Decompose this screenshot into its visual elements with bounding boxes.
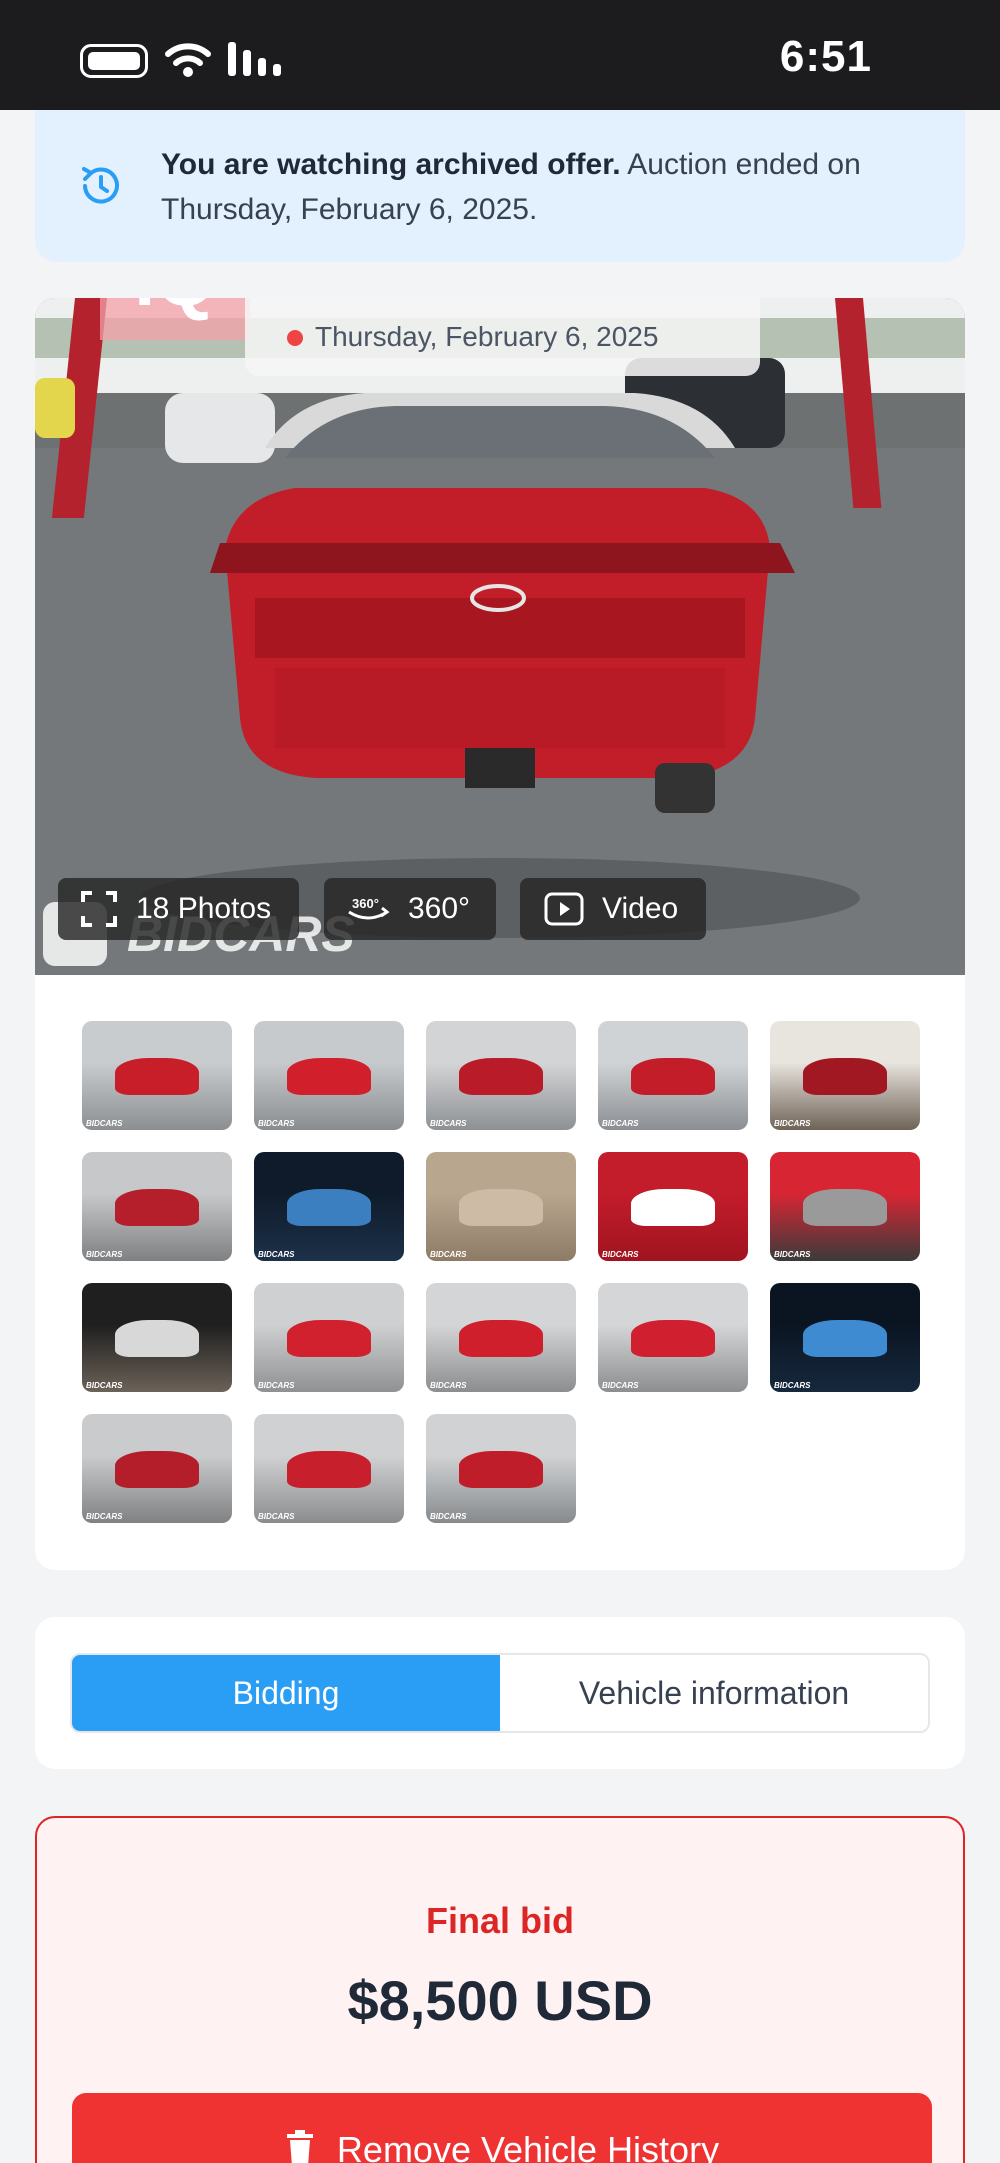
thumbnail-watermark: BIDCARS bbox=[774, 1381, 811, 1390]
thumbnail-subject bbox=[115, 1320, 199, 1358]
photo-thumbnail[interactable]: BIDCARS bbox=[598, 1152, 748, 1261]
thumbnail-watermark: BIDCARS bbox=[258, 1512, 295, 1521]
photo-thumbnail[interactable]: BIDCARS bbox=[426, 1414, 576, 1523]
photo-thumbnail[interactable]: BIDCARS bbox=[254, 1414, 404, 1523]
photo-thumbnail[interactable]: BIDCARS bbox=[254, 1152, 404, 1261]
video-button[interactable]: Video bbox=[520, 878, 706, 940]
thumbnail-subject bbox=[631, 1320, 715, 1358]
thumbnail-watermark: BIDCARS bbox=[258, 1119, 295, 1128]
thumbnail-watermark: BIDCARS bbox=[86, 1250, 123, 1259]
archived-notice: You are watching archived offer. Auction… bbox=[35, 110, 965, 262]
tab-vehicle-information[interactable]: Vehicle information bbox=[500, 1655, 928, 1731]
photo-thumbnail[interactable]: BIDCARS bbox=[426, 1021, 576, 1130]
archived-notice-text: You are watching archived offer. Auction… bbox=[161, 142, 861, 232]
thumbnail-subject bbox=[287, 1320, 371, 1358]
thumbnail-subject bbox=[803, 1058, 887, 1096]
trash-icon bbox=[285, 2129, 315, 2163]
thumbnail-subject bbox=[459, 1189, 543, 1227]
photo-thumbnail[interactable]: BIDCARS bbox=[770, 1283, 920, 1392]
tabs-card: Bidding Vehicle information bbox=[35, 1617, 965, 1769]
thumbnail-watermark: BIDCARS bbox=[430, 1119, 467, 1128]
thumbnail-subject bbox=[803, 1189, 887, 1227]
thumbnail-subject bbox=[459, 1451, 543, 1489]
final-bid-amount: $8,500 USD bbox=[347, 1969, 653, 2032]
photos-button-label: 18 Photos bbox=[136, 892, 272, 925]
view-360-button[interactable]: 360° 360° bbox=[324, 878, 496, 940]
thumbnail-subject bbox=[459, 1320, 543, 1358]
photo-thumbnail[interactable]: BIDCARS bbox=[426, 1283, 576, 1392]
photo-thumbnail[interactable]: BIDCARS bbox=[82, 1021, 232, 1130]
video-button-label: Video bbox=[602, 892, 679, 925]
auction-date: Thursday, February 6, 2025 bbox=[315, 321, 659, 352]
thumbnail-watermark: BIDCARS bbox=[602, 1119, 639, 1128]
thumbnail-subject bbox=[115, 1058, 199, 1096]
photo-thumbnail[interactable]: BIDCARS bbox=[254, 1283, 404, 1392]
tab-bidding[interactable]: Bidding bbox=[72, 1655, 500, 1731]
photo-thumbnail[interactable]: BIDCARS bbox=[82, 1152, 232, 1261]
photo-thumbnail[interactable]: BIDCARS bbox=[770, 1021, 920, 1130]
thumbnail-watermark: BIDCARS bbox=[602, 1250, 639, 1259]
thumbnail-subject bbox=[115, 1451, 199, 1489]
thumbnail-watermark: BIDCARS bbox=[430, 1512, 467, 1521]
wifi-icon bbox=[165, 43, 211, 77]
photo-thumbnail[interactable]: BIDCARS bbox=[254, 1021, 404, 1130]
thumbnail-watermark: BIDCARS bbox=[258, 1250, 295, 1259]
car-photo-image bbox=[35, 298, 965, 975]
photo-thumbnail[interactable]: BIDCARS bbox=[82, 1414, 232, 1523]
media-card: iQ Thursday, February 6, 2025 BIDCARS 18… bbox=[35, 298, 965, 1570]
archived-notice-bold: You are watching archived offer. bbox=[161, 148, 621, 181]
battery-icon bbox=[80, 44, 148, 78]
main-photo[interactable]: iQ Thursday, February 6, 2025 BIDCARS 18… bbox=[35, 298, 965, 975]
thumbnail-subject bbox=[287, 1189, 371, 1227]
rotate-360-icon: 360° bbox=[346, 894, 390, 924]
thumbnail-watermark: BIDCARS bbox=[430, 1381, 467, 1390]
photo-thumbnail[interactable]: BIDCARS bbox=[598, 1021, 748, 1130]
remove-vehicle-history-label: Remove Vehicle History bbox=[336, 2129, 720, 2163]
thumbnail-watermark: BIDCARS bbox=[774, 1250, 811, 1259]
thumbnail-grid: BIDCARS BIDCARS BIDCARS BIDCARS BIDCARS BIDCA… bbox=[82, 1021, 932, 1523]
thumbnail-subject bbox=[287, 1451, 371, 1489]
photo-thumbnail[interactable]: BIDCARS bbox=[598, 1283, 748, 1392]
thumbnail-subject bbox=[803, 1320, 887, 1358]
tab-bar: Bidding Vehicle information bbox=[70, 1653, 930, 1733]
svg-text:360°: 360° bbox=[352, 896, 379, 911]
thumbnail-subject bbox=[459, 1058, 543, 1096]
thumbnail-subject bbox=[115, 1189, 199, 1227]
photo-thumbnail[interactable]: BIDCARS bbox=[426, 1152, 576, 1261]
thumbnail-watermark: BIDCARS bbox=[774, 1119, 811, 1128]
final-bid-label: Final bid bbox=[426, 1900, 574, 1941]
thumbnail-watermark: BIDCARS bbox=[86, 1119, 123, 1128]
final-bid-card: Final bid $8,500 USD Remove Vehicle Hist… bbox=[35, 1816, 965, 2163]
thumbnail-subject bbox=[287, 1058, 371, 1096]
auction-date-pill: Thursday, February 6, 2025 bbox=[245, 298, 760, 376]
status-dot bbox=[287, 330, 303, 346]
thumbnail-watermark: BIDCARS bbox=[86, 1512, 123, 1521]
play-icon bbox=[544, 892, 584, 926]
history-icon bbox=[82, 167, 119, 204]
photos-button[interactable]: 18 Photos bbox=[58, 878, 299, 940]
clock: 6:51 bbox=[779, 32, 872, 81]
iq-badge: iQ bbox=[100, 298, 250, 340]
photo-thumbnail[interactable]: BIDCARS bbox=[82, 1283, 232, 1392]
thumbnail-subject bbox=[631, 1058, 715, 1096]
thumbnail-watermark: BIDCARS bbox=[602, 1381, 639, 1390]
remove-vehicle-history-button[interactable]: Remove Vehicle History bbox=[72, 2093, 932, 2163]
status-bar: 6:51 bbox=[0, 0, 1000, 110]
view-360-label: 360° bbox=[408, 892, 471, 925]
fullscreen-icon bbox=[80, 890, 118, 928]
thumbnail-watermark: BIDCARS bbox=[86, 1381, 123, 1390]
thumbnail-watermark: BIDCARS bbox=[258, 1381, 295, 1390]
thumbnail-subject bbox=[631, 1189, 715, 1227]
signal-icon bbox=[228, 42, 281, 76]
photo-thumbnail[interactable]: BIDCARS bbox=[770, 1152, 920, 1261]
thumbnail-watermark: BIDCARS bbox=[430, 1250, 467, 1259]
